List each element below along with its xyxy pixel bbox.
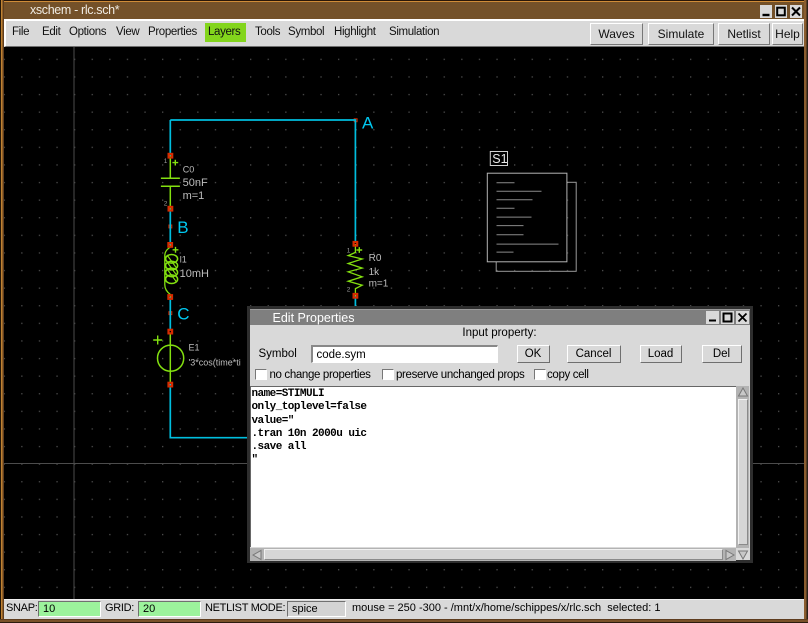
svg-text:l1: l1: [180, 255, 187, 265]
svg-text:1k: 1k: [369, 267, 381, 278]
svg-text:A: A: [362, 113, 374, 132]
svg-text:S1: S1: [492, 152, 507, 166]
svg-text:m=1: m=1: [183, 190, 205, 202]
svg-text:R0: R0: [369, 253, 382, 264]
svg-text:2: 2: [164, 200, 168, 207]
svg-text:2: 2: [347, 287, 351, 294]
svg-text:m=1: m=1: [369, 279, 389, 290]
svg-text:1: 1: [164, 158, 168, 165]
svg-text:C: C: [177, 305, 189, 324]
svg-text:C0: C0: [183, 165, 195, 175]
svg-text:1: 1: [347, 248, 351, 255]
svg-text:B: B: [177, 218, 188, 237]
svg-text:'3*cos(time*ti: '3*cos(time*ti: [189, 357, 241, 367]
svg-text:E1: E1: [189, 343, 200, 353]
svg-text:10mH: 10mH: [180, 268, 209, 280]
svg-text:50nF: 50nF: [183, 177, 208, 189]
